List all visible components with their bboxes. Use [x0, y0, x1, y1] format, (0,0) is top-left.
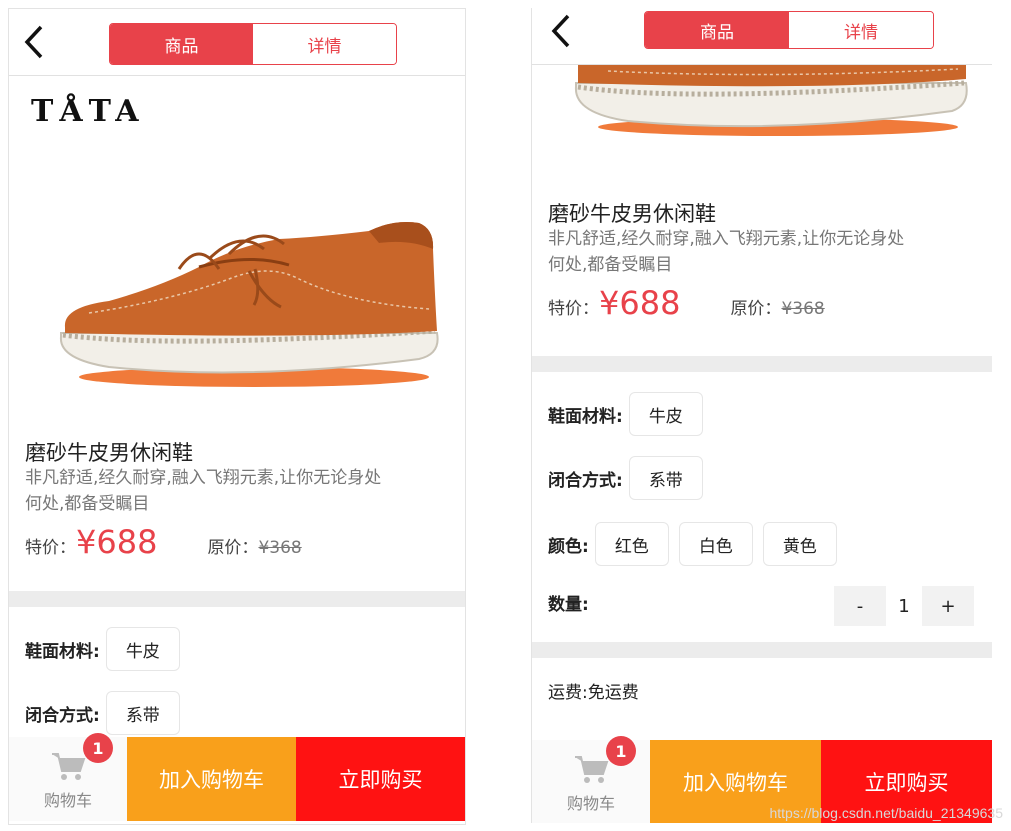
option-chip[interactable]: 系带 — [628, 456, 703, 500]
original-price: ¥368 — [258, 538, 302, 558]
price-row: 特价： ¥688 原价： ¥368 — [25, 523, 302, 561]
product-title: 磨砂牛皮男休闲鞋 — [548, 202, 716, 226]
spec-label: 鞋面材料: — [548, 406, 623, 427]
tab-details[interactable]: 详情 — [789, 12, 933, 48]
section-divider — [9, 591, 465, 607]
sale-price-label: 特价： — [25, 538, 76, 558]
spec-label: 闭合方式: — [548, 470, 623, 491]
section-divider — [532, 642, 992, 658]
option-chip[interactable]: 系带 — [105, 691, 180, 735]
back-arrow-icon[interactable] — [546, 12, 576, 50]
top-header: 商品 详情 — [532, 8, 992, 65]
product-title: 磨砂牛皮男休闲鞋 — [25, 441, 193, 465]
add-to-cart-button[interactable]: 加入购物车 — [127, 737, 296, 821]
watermark: https://blog.csdn.net/baidu_21349635 — [769, 805, 1003, 821]
spec-label: 颜色: — [548, 536, 589, 557]
original-price: ¥368 — [781, 299, 825, 319]
spec-row-material: 鞋面材料: 牛皮 — [548, 392, 713, 436]
spec-row-color: 颜色: 红色 白色 黄色 — [548, 522, 847, 566]
cart-label: 购物车 — [43, 791, 92, 810]
spec-row-material: 鞋面材料: 牛皮 — [25, 627, 190, 671]
description-line: 何处,都备受瞩目 — [25, 494, 150, 514]
spec-row-closure: 闭合方式: 系带 — [548, 456, 713, 500]
quantity-minus-button[interactable]: - — [834, 586, 886, 626]
back-arrow-icon[interactable] — [19, 23, 49, 61]
shoe-image — [59, 222, 439, 387]
tab-segment: 商品 详情 — [644, 11, 934, 49]
cart-icon — [575, 756, 609, 783]
quantity-plus-button[interactable]: + — [922, 586, 974, 626]
color-option-red[interactable]: 红色 — [594, 522, 669, 566]
cart-label: 购物车 — [566, 794, 615, 813]
description-line: 非凡舒适,经久耐穿,融入飞翔元素,让你无论身处 — [548, 229, 905, 249]
cart-count-badge: 1 — [83, 733, 113, 763]
shoe-image — [574, 65, 968, 136]
section-divider — [532, 356, 992, 372]
right-screen: 商品 详情 磨砂牛皮男休闲鞋 非凡舒适,经久耐穿,融入飞翔元素,让你无论身处 何… — [531, 8, 992, 823]
buy-now-button[interactable]: 立即购买 — [296, 737, 465, 821]
color-option-white[interactable]: 白色 — [678, 522, 753, 566]
top-header: 商品 详情 — [9, 9, 465, 76]
cart-button[interactable]: 1 购物车 — [9, 733, 127, 821]
description-line: 非凡舒适,经久耐穿,融入飞翔元素,让你无论身处 — [25, 468, 382, 488]
product-description: 非凡舒适,经久耐穿,融入飞翔元素,让你无论身处 何处,都备受瞩目 — [548, 226, 904, 278]
description-line: 何处,都备受瞩目 — [548, 255, 673, 275]
spec-row-closure: 闭合方式: 系带 — [25, 691, 190, 735]
option-chip[interactable]: 牛皮 — [628, 392, 703, 436]
option-chip[interactable]: 牛皮 — [105, 627, 180, 671]
sale-price: ¥688 — [599, 284, 681, 322]
color-option-yellow[interactable]: 黄色 — [762, 522, 837, 566]
bottom-action-bar: 1 购物车 加入购物车 立即购买 — [9, 733, 465, 821]
spec-label: 数量: — [548, 595, 589, 615]
spec-row-quantity: 数量: — [548, 590, 595, 615]
price-row: 特价： ¥688 原价： ¥368 — [548, 284, 825, 322]
tab-segment: 商品 详情 — [109, 23, 397, 65]
quantity-stepper: - 1 + — [834, 586, 974, 626]
tab-goods[interactable]: 商品 — [645, 12, 789, 48]
sale-price: ¥688 — [76, 523, 158, 561]
cart-icon — [52, 753, 86, 780]
brand-logo: TÅTA — [31, 94, 145, 129]
quantity-value[interactable]: 1 — [886, 586, 922, 626]
original-price-label: 原价： — [207, 538, 259, 558]
tab-details[interactable]: 详情 — [253, 24, 396, 64]
product-description: 非凡舒适,经久耐穿,融入飞翔元素,让你无论身处 何处,都备受瞩目 — [25, 465, 381, 517]
tab-goods[interactable]: 商品 — [110, 24, 253, 64]
cart-button[interactable]: 1 购物车 — [532, 736, 650, 823]
cart-count-badge: 1 — [606, 736, 636, 766]
sale-price-label: 特价： — [548, 299, 599, 319]
spec-label: 闭合方式: — [25, 705, 100, 726]
shipping-info: 运费:免运费 — [548, 683, 639, 703]
spec-label: 鞋面材料: — [25, 641, 100, 662]
original-price-label: 原价： — [730, 299, 782, 319]
left-screen: 商品 详情 TÅTA 磨砂牛皮男休闲鞋 非凡舒适,经久耐穿,融入飞翔元素,让你无… — [8, 8, 466, 825]
